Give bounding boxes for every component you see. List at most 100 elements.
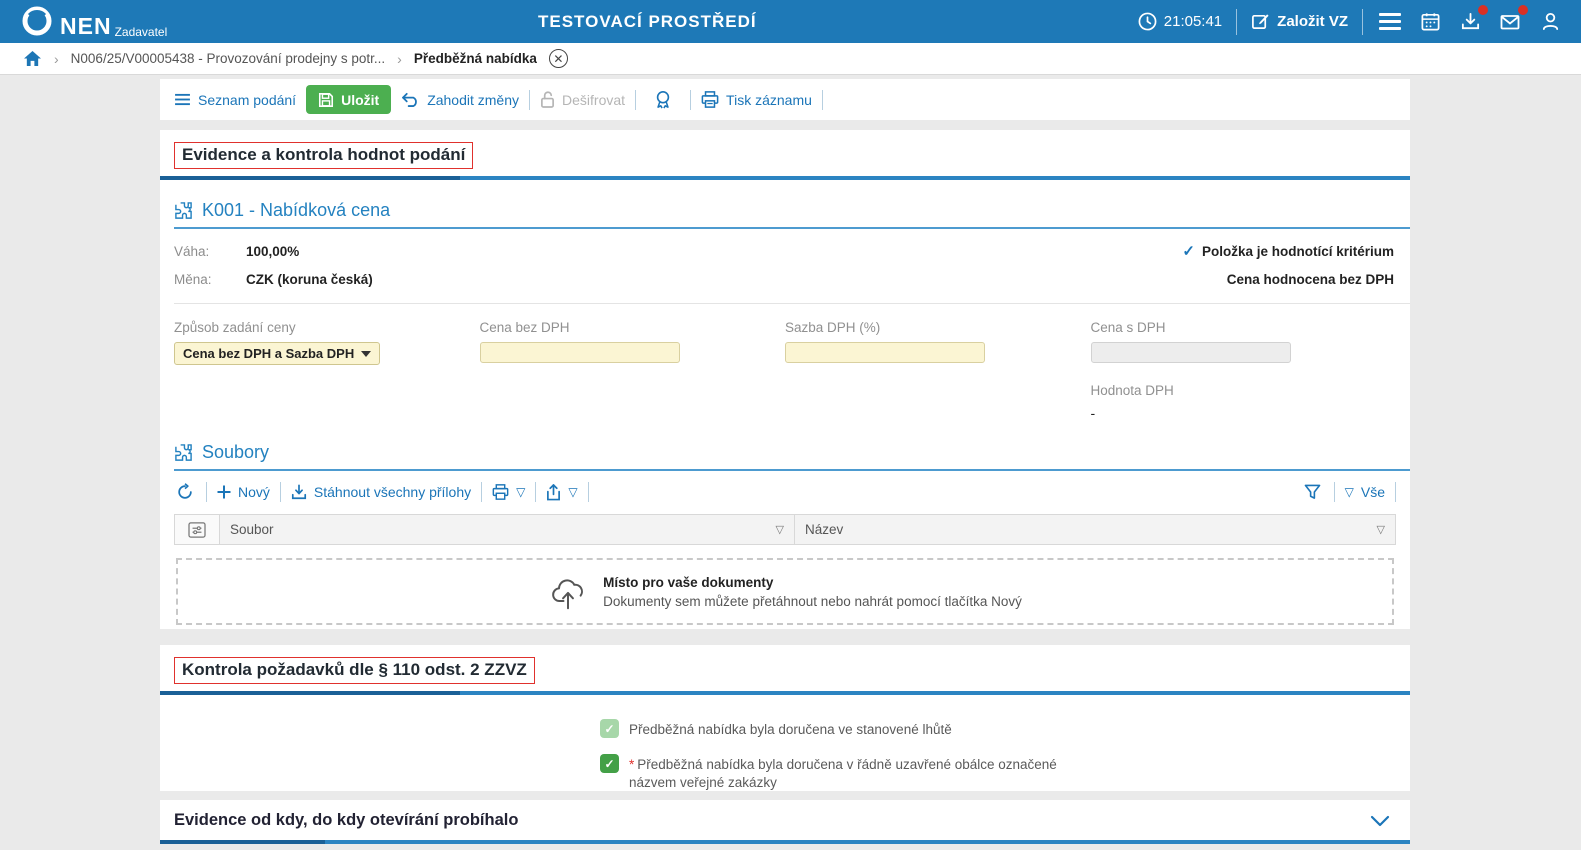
dropzone-title: Místo pro vaše dokumenty bbox=[603, 575, 1022, 590]
edit-icon bbox=[1251, 12, 1270, 31]
price-no-vat-field: Cena bez DPH bbox=[480, 320, 786, 432]
column-settings-icon bbox=[188, 522, 206, 538]
checkbox-delivered-on-time: ✓ bbox=[600, 719, 619, 738]
toolbar-divider bbox=[635, 90, 636, 110]
printer-icon bbox=[701, 91, 719, 108]
flag-evaluation-criterion-label: Položka je hodnotící kritérium bbox=[1202, 244, 1394, 259]
price-no-vat-label: Cena bez DPH bbox=[480, 320, 786, 335]
sort-icon[interactable]: ▽ bbox=[1377, 523, 1385, 536]
clock-icon bbox=[1138, 12, 1157, 31]
app-root: NEN Zadavatel TESTOVACÍ PROSTŘEDÍ 21:05:… bbox=[0, 0, 1581, 850]
files-title: Soubory bbox=[202, 442, 269, 463]
discard-changes-label: Zahodit změny bbox=[427, 92, 519, 108]
section-title-evidence: Evidence a kontrola hodnot podání bbox=[174, 142, 473, 169]
clock-display: 21:05:41 bbox=[1138, 12, 1222, 31]
check-icon: ✓ bbox=[1182, 242, 1195, 260]
check-sealed-envelope: ✓ *Předběžná nabídka byla doručena v řád… bbox=[600, 754, 1410, 792]
check-delivered-on-time-label: Předběžná nabídka byla doručena ve stano… bbox=[629, 719, 952, 739]
chevron-down-icon[interactable] bbox=[1370, 815, 1390, 827]
sort-icon[interactable]: ▽ bbox=[776, 523, 784, 536]
dropdown-caret-icon[interactable]: ▽ bbox=[568, 485, 577, 499]
files-filter-controls: ▽ Vše bbox=[1302, 481, 1396, 503]
save-button[interactable]: Uložit bbox=[306, 85, 391, 114]
user-profile-button[interactable] bbox=[1537, 9, 1563, 35]
dropdown-caret-icon[interactable]: ▽ bbox=[516, 485, 525, 499]
refresh-button[interactable] bbox=[174, 481, 196, 503]
vat-rate-input[interactable] bbox=[785, 342, 985, 363]
files-header: Soubory bbox=[174, 442, 1396, 463]
price-mode-selected-value: Cena bez DPH a Sazba DPH bbox=[183, 346, 354, 361]
create-vz-label: Založit VZ bbox=[1277, 13, 1348, 30]
currency-label: Měna: bbox=[174, 272, 246, 287]
collapse-header[interactable]: Evidence od kdy, do kdy otevírání probíh… bbox=[160, 800, 1410, 830]
download-icon bbox=[291, 484, 307, 500]
vat-amount-field: Hodnota DPH - bbox=[1091, 383, 1397, 421]
close-tab-icon[interactable]: ✕ bbox=[549, 49, 568, 68]
environment-title: TESTOVACÍ PROSTŘEDÍ bbox=[538, 12, 757, 32]
undo-icon bbox=[401, 92, 420, 107]
weight-label: Váha: bbox=[174, 244, 246, 259]
section-underline bbox=[160, 176, 1410, 180]
notification-badge bbox=[1518, 5, 1528, 15]
column-header-file[interactable]: Soubor ▽ bbox=[220, 515, 795, 544]
criterion-flags: ✓ Položka je hodnotící kritérium Cena ho… bbox=[1182, 237, 1394, 293]
section-underline bbox=[160, 840, 1410, 844]
print-files-button[interactable]: ▽ bbox=[492, 484, 525, 500]
refresh-icon bbox=[176, 483, 194, 501]
certificate-button[interactable] bbox=[646, 90, 680, 109]
calendar-button[interactable] bbox=[1417, 9, 1443, 35]
breadcrumb-item-procurement[interactable]: N006/25/V00005438 - Provozování prodejny… bbox=[71, 51, 385, 66]
home-button[interactable] bbox=[22, 49, 42, 69]
column-header-name[interactable]: Název ▽ bbox=[795, 515, 1395, 544]
vat-amount-value: - bbox=[1091, 405, 1397, 421]
print-record-button[interactable]: Tisk záznamu bbox=[701, 91, 812, 108]
file-dropzone[interactable]: Místo pro vaše dokumenty Dokumenty sem m… bbox=[176, 558, 1394, 625]
dropzone-text-block: Místo pro vaše dokumenty Dokumenty sem m… bbox=[603, 575, 1022, 609]
messages-button[interactable] bbox=[1497, 9, 1523, 35]
plus-icon bbox=[217, 485, 231, 499]
price-mode-select[interactable]: Cena bez DPH a Sazba DPH bbox=[174, 342, 380, 365]
filter-button[interactable] bbox=[1302, 481, 1324, 503]
filter-all-button[interactable]: ▽ Vše bbox=[1345, 484, 1385, 500]
toolbar-divider bbox=[280, 482, 281, 502]
print-record-label: Tisk záznamu bbox=[726, 92, 812, 108]
inbox-downloads-button[interactable] bbox=[1457, 9, 1483, 35]
toolbar-divider bbox=[1395, 482, 1396, 502]
filter-all-label: Vše bbox=[1361, 484, 1385, 500]
menu-button[interactable] bbox=[1377, 9, 1403, 35]
column-header-file-label: Soubor bbox=[230, 522, 274, 537]
discard-changes-button[interactable]: Zahodit změny bbox=[401, 92, 519, 108]
criterion-summary: Váha: 100,00% Měna: CZK (koruna česká) ✓… bbox=[160, 229, 1410, 293]
checkbox-sealed-envelope[interactable]: ✓ bbox=[600, 754, 619, 773]
cloud-upload-icon bbox=[548, 574, 588, 610]
criterion-header: K001 - Nabídková cena bbox=[174, 200, 1396, 221]
section-title-opening: Evidence od kdy, do kdy otevírání probíh… bbox=[174, 811, 518, 830]
user-icon bbox=[1540, 11, 1561, 32]
download-all-label: Stáhnout všechny přílohy bbox=[314, 484, 471, 500]
new-file-button[interactable]: Nový bbox=[217, 484, 270, 500]
save-label: Uložit bbox=[341, 92, 379, 108]
section-evidence-values: Evidence a kontrola hodnot podání K001 -… bbox=[160, 130, 1410, 629]
price-mode-field: Způsob zadání ceny Cena bez DPH a Sazba … bbox=[174, 320, 480, 432]
table-settings-button[interactable] bbox=[175, 515, 220, 544]
nen-logo-icon bbox=[22, 6, 52, 36]
vat-rate-label: Sazba DPH (%) bbox=[785, 320, 1091, 335]
brand-logo[interactable]: NEN Zadavatel bbox=[22, 6, 167, 38]
topbar-divider bbox=[1362, 9, 1363, 35]
toolbar-divider bbox=[690, 90, 691, 110]
breadcrumb-chevron-icon: › bbox=[54, 51, 59, 67]
flag-price-without-vat: Cena hodnocena bez DPH bbox=[1182, 265, 1394, 293]
record-toolbar: Seznam podání Uložit Zahodit změny Dešif… bbox=[160, 79, 1410, 120]
create-vz-button[interactable]: Založit VZ bbox=[1251, 12, 1348, 31]
calendar-icon bbox=[1420, 11, 1441, 32]
decrypt-button[interactable]: Dešifrovat bbox=[540, 91, 625, 108]
toolbar-divider bbox=[535, 482, 536, 502]
price-no-vat-input[interactable] bbox=[480, 342, 680, 363]
top-bar: NEN Zadavatel TESTOVACÍ PROSTŘEDÍ 21:05:… bbox=[0, 0, 1581, 43]
home-icon bbox=[23, 50, 42, 67]
export-button[interactable]: ▽ bbox=[546, 484, 577, 501]
download-all-button[interactable]: Stáhnout všechny přílohy bbox=[291, 484, 471, 500]
submissions-list-button[interactable]: Seznam podání bbox=[174, 92, 296, 108]
toolbar-divider bbox=[481, 482, 482, 502]
vat-rate-field: Sazba DPH (%) bbox=[785, 320, 1091, 432]
